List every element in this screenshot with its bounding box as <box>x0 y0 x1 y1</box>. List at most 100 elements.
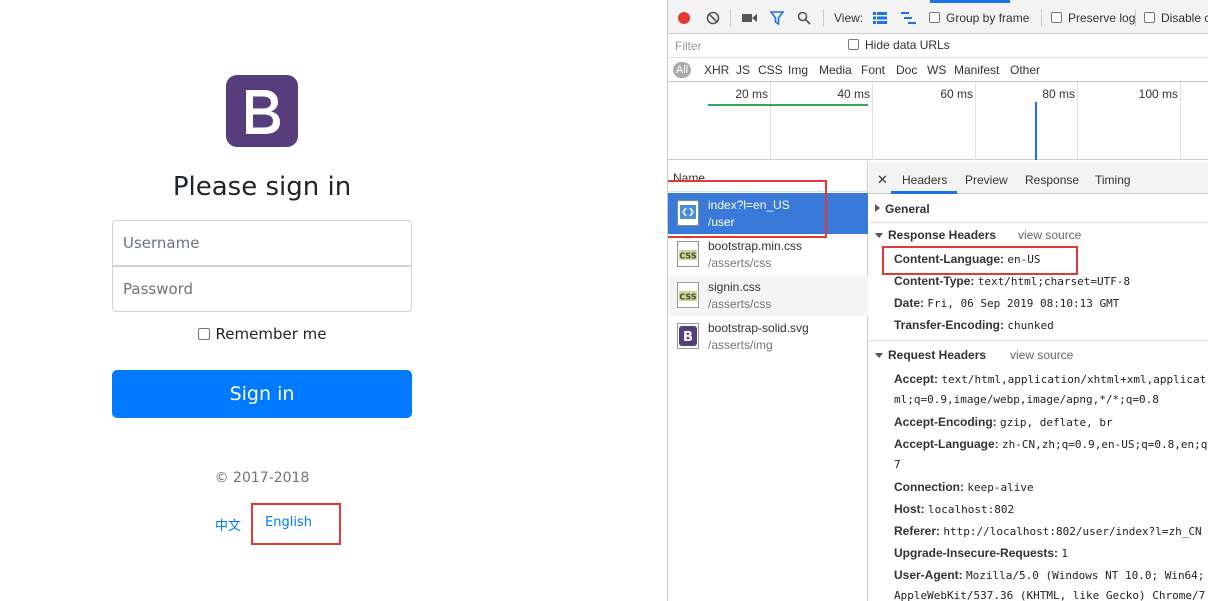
timeline-tick-label: 20 ms <box>735 87 768 101</box>
tab-headers[interactable]: Headers <box>902 173 947 187</box>
preserve-log-checkbox[interactable] <box>1051 12 1062 23</box>
type-filter-other[interactable]: Other <box>1010 62 1040 78</box>
video-camera-icon[interactable] <box>742 12 758 24</box>
timeline-tick-label: 60 ms <box>940 87 973 101</box>
request-row[interactable]: CSS signin.css /asserts/css <box>668 275 868 316</box>
request-details-pane: ✕ Headers Preview Response Timing Genera… <box>869 162 1208 601</box>
request-headers-section-toggle[interactable]: Request Headers <box>875 348 986 362</box>
toolbar-separator <box>823 9 824 27</box>
type-filter-manifest[interactable]: Manifest <box>954 62 999 78</box>
waterfall-icon[interactable] <box>901 12 917 24</box>
language-link-chinese[interactable]: 中文 <box>215 515 241 534</box>
header-value: en-US <box>1007 253 1041 266</box>
disable-cache-option[interactable]: Disable cache <box>1144 10 1208 26</box>
header-value: zh-CN,zh;q=0.9,en-US;q=0.8,en;q <box>1002 438 1208 451</box>
response-view-source-link[interactable]: view source <box>1018 228 1081 242</box>
request-header-row: Connection: keep-alive <box>894 480 1034 494</box>
type-filter-font[interactable]: Font <box>861 62 885 78</box>
request-row[interactable]: CSS bootstrap.min.css /asserts/css <box>668 234 868 275</box>
timeline-gridline <box>770 82 771 160</box>
search-icon[interactable] <box>797 11 811 25</box>
request-view-source-link[interactable]: view source <box>1010 348 1073 362</box>
type-filter-js[interactable]: JS <box>736 62 750 78</box>
collapsed-triangle-icon <box>875 204 880 212</box>
header-key: Upgrade-Insecure-Requests: <box>894 546 1059 560</box>
type-filter-css[interactable]: CSS <box>758 62 783 78</box>
header-key: Date: <box>894 296 925 310</box>
request-path: /user <box>708 215 735 229</box>
svg-text:CSS: CSS <box>679 252 696 261</box>
request-row[interactable]: index?l=en_US /user <box>668 193 868 234</box>
tab-response[interactable]: Response <box>1025 173 1079 187</box>
svg-text:B: B <box>683 330 693 345</box>
response-headers-label: Response Headers <box>888 228 997 242</box>
document-icon <box>677 200 699 226</box>
filter-input[interactable] <box>672 37 835 55</box>
request-name: signin.css <box>708 280 761 294</box>
request-path: /asserts/css <box>708 256 772 270</box>
timeline-gridline <box>1077 82 1078 160</box>
close-icon[interactable]: ✕ <box>877 172 888 188</box>
type-filter-media[interactable]: Media <box>819 62 852 78</box>
header-key: Content-Language: <box>894 252 1004 266</box>
clear-icon[interactable] <box>706 11 720 25</box>
signin-page: Please sign in Remember me Sign in © 201… <box>0 0 667 601</box>
header-value: Mozilla/5.0 (Windows NT 10.0; Win64; <box>966 569 1205 582</box>
response-headers-section-toggle[interactable]: Response Headers <box>875 228 996 242</box>
header-value-continuation: AppleWebKit/537.36 (KHTML, like Gecko) C… <box>894 589 1206 601</box>
tab-timing[interactable]: Timing <box>1095 173 1131 187</box>
timeline-tick-label: 100 ms <box>1138 87 1178 101</box>
header-key: Transfer-Encoding: <box>894 318 1005 332</box>
remember-me[interactable]: Remember me <box>112 325 412 343</box>
type-filter-ws[interactable]: WS <box>927 62 946 78</box>
tab-preview[interactable]: Preview <box>965 173 1008 187</box>
response-header-row: Transfer-Encoding: chunked <box>894 318 1054 332</box>
filter-bar: Hide data URLs <box>668 34 1208 58</box>
password-input[interactable] <box>112 266 412 312</box>
response-header-row: Date: Fri, 06 Sep 2019 08:10:13 GMT <box>894 296 1119 310</box>
general-section-toggle[interactable]: General <box>875 202 930 216</box>
active-panel-indicator <box>930 0 1010 3</box>
timeline-gridline <box>975 82 976 160</box>
username-input[interactable] <box>112 220 412 266</box>
header-key: Referer: <box>894 524 941 538</box>
request-header-row: Accept: text/html,application/xhtml+xml,… <box>894 372 1206 386</box>
group-by-frame-checkbox[interactable] <box>929 12 940 23</box>
record-icon[interactable] <box>677 11 691 25</box>
type-filter-xhr[interactable]: XHR <box>704 62 729 78</box>
section-divider <box>869 340 1208 341</box>
hide-data-urls-checkbox[interactable] <box>848 39 859 50</box>
disable-cache-checkbox[interactable] <box>1144 12 1155 23</box>
expanded-triangle-icon <box>875 233 883 238</box>
language-link-english[interactable]: English <box>265 515 312 530</box>
response-header-row: Content-Language: en-US <box>894 252 1040 266</box>
type-filter-doc[interactable]: Doc <box>896 62 917 78</box>
timeline-overview[interactable]: 20 ms 40 ms 60 ms 80 ms 100 ms <box>668 82 1208 160</box>
header-value-continuation: ml;q=0.9,image/webp,image/apng,*/*;q=0.8 <box>894 393 1159 406</box>
toolbar-separator <box>730 9 731 27</box>
request-headers-label: Request Headers <box>888 348 987 362</box>
header-value: keep-alive <box>967 481 1034 494</box>
preserve-log-option[interactable]: Preserve log <box>1051 10 1135 26</box>
timeline-gridline <box>1180 82 1181 160</box>
type-filter-img[interactable]: Img <box>788 62 808 78</box>
hide-data-urls-option[interactable]: Hide data URLs <box>848 38 950 52</box>
filter-icon[interactable] <box>770 11 784 25</box>
sign-in-button[interactable]: Sign in <box>112 370 412 418</box>
name-column-header[interactable]: Name <box>668 162 868 192</box>
timeline-gridline <box>872 82 873 160</box>
resource-type-filters: All XHR JS CSS Img Media Font Doc WS Man… <box>668 58 1208 82</box>
header-value: gzip, deflate, br <box>1000 416 1113 429</box>
css-file-icon: CSS <box>677 282 699 308</box>
disable-cache-label: Disable cache <box>1161 11 1208 25</box>
timeline-tick-label: 80 ms <box>1042 87 1075 101</box>
bootstrap-b-icon <box>246 90 280 134</box>
type-filter-all[interactable]: All <box>673 62 691 78</box>
group-by-frame-option[interactable]: Group by frame <box>929 10 1029 26</box>
request-row[interactable]: B bootstrap-solid.svg /asserts/img <box>668 316 868 357</box>
request-path: /asserts/css <box>708 297 772 311</box>
large-rows-icon[interactable] <box>873 12 887 24</box>
request-path: /asserts/img <box>708 338 773 352</box>
remember-me-checkbox[interactable] <box>197 328 210 340</box>
request-name: bootstrap-solid.svg <box>708 321 809 335</box>
